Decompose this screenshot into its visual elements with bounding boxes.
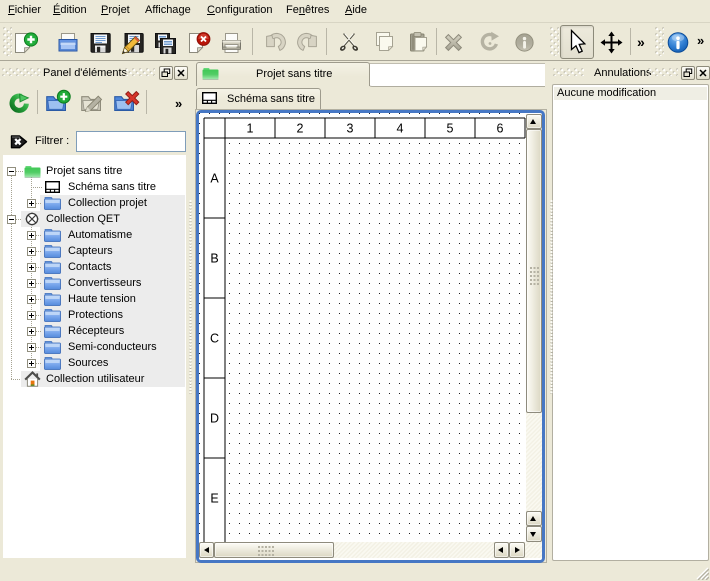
svg-text:A: A xyxy=(210,172,219,186)
svg-text:E: E xyxy=(210,492,218,506)
svg-text:1: 1 xyxy=(247,122,254,136)
svg-text:D: D xyxy=(210,412,219,426)
svg-text:6: 6 xyxy=(497,122,504,136)
svg-text:2: 2 xyxy=(297,122,304,136)
svg-text:4: 4 xyxy=(397,122,404,136)
svg-text:C: C xyxy=(210,332,219,346)
svg-text:5: 5 xyxy=(447,122,454,136)
svg-text:B: B xyxy=(210,252,218,266)
svg-text:3: 3 xyxy=(347,122,354,136)
